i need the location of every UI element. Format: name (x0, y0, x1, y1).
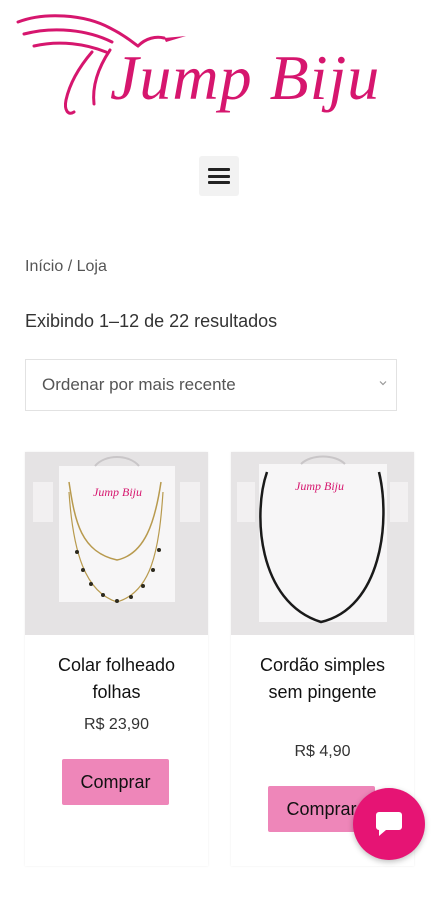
product-price: R$ 4,90 (294, 743, 351, 760)
necklace-photo-icon: Jump Biju (25, 452, 208, 635)
hamburger-menu-icon (208, 168, 230, 184)
product-title[interactable]: Colar folheado folhas (25, 652, 208, 706)
chat-bubble-icon (376, 812, 402, 836)
results-count: Exibindo 1–12 de 22 resultados (25, 311, 278, 331)
site-logo[interactable]: Jump Biju (14, 8, 434, 138)
product-image[interactable]: Jump Biju (231, 452, 414, 635)
sort-select[interactable]: Ordenar por mais recente (25, 359, 397, 411)
svg-text:Jump Biju: Jump Biju (295, 479, 344, 493)
svg-text:Jump Biju: Jump Biju (93, 485, 142, 499)
product-card[interactable]: Jump Biju Colar folheado folhas R$ 23,90… (25, 452, 208, 866)
brand-name: Jump Biju (110, 42, 381, 113)
product-price: R$ 23,90 (84, 716, 149, 733)
sort-selected-label: Ordenar por mais recente (42, 375, 236, 394)
cord-necklace-photo-icon: Jump Biju (231, 452, 414, 635)
breadcrumb-home-link[interactable]: Início (25, 258, 63, 275)
product-image[interactable]: Jump Biju (25, 452, 208, 635)
breadcrumb: Início / Loja (25, 258, 107, 276)
product-title[interactable]: Cordão simples sem pingente (231, 652, 414, 706)
breadcrumb-current: Loja (76, 258, 107, 275)
chevron-down-icon (379, 381, 387, 386)
menu-toggle-button[interactable] (199, 156, 239, 196)
chat-button[interactable] (353, 788, 425, 860)
breadcrumb-separator: / (63, 258, 77, 275)
buy-button[interactable]: Comprar (62, 759, 169, 805)
